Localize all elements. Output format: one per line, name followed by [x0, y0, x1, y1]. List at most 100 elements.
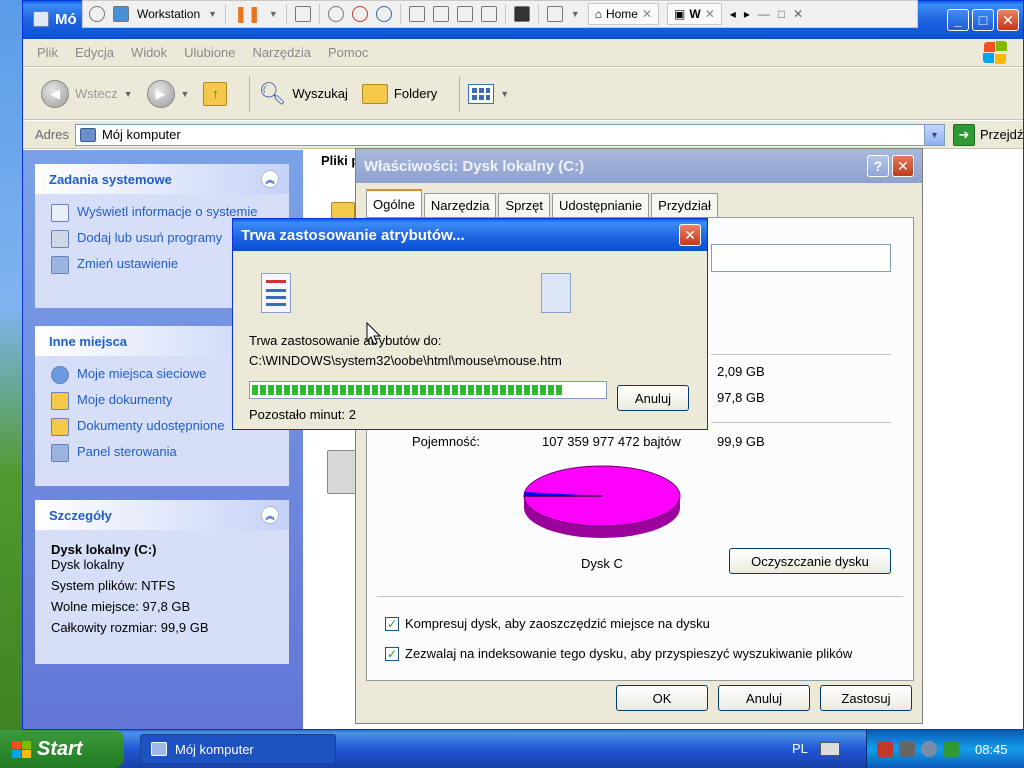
index-drive-checkbox[interactable]: ✓ Zezwalaj na indeksowanie tego dysku, a…	[385, 646, 852, 661]
progress-block	[372, 385, 378, 395]
thumbnail-toggle-icon[interactable]	[432, 6, 449, 22]
progress-label: Trwa zastosowanie atrybutów do:	[249, 333, 442, 348]
host-maximize-icon[interactable]: □	[778, 7, 785, 21]
close-button[interactable]: ✕	[997, 9, 1019, 31]
menu-edit[interactable]: Edycja	[75, 45, 114, 60]
control-panel-icon	[51, 256, 69, 274]
search-button[interactable]: 🔍︎ Wyszukaj	[258, 81, 347, 107]
tab-home[interactable]: ⌂ Home ✕	[587, 3, 660, 25]
network-status-icon[interactable]	[921, 741, 937, 757]
progress-block	[404, 385, 410, 395]
progress-block	[420, 385, 426, 395]
sidebar-toggle-icon[interactable]	[408, 6, 425, 22]
progress-block	[548, 385, 554, 395]
pause-icon[interactable]: ❚❚	[234, 4, 261, 24]
progress-block	[452, 385, 458, 395]
go-button[interactable]: ➜ Przejdź	[952, 123, 1023, 146]
revert-snapshot-icon[interactable]	[351, 6, 368, 22]
chevron-down-icon[interactable]: ▼	[269, 9, 278, 19]
language-indicator[interactable]: PL	[792, 741, 808, 756]
chevron-down-icon[interactable]: ▼	[571, 9, 580, 19]
search-icon: 🔍︎	[258, 80, 287, 106]
chevron-down-icon[interactable]: ▼	[208, 9, 217, 19]
disk-cleanup-button[interactable]: Oczyszczanie dysku	[729, 548, 891, 574]
progress-block	[476, 385, 482, 395]
address-bar: Adres Mój komputer ▼ ➜ Przejdź	[23, 121, 1023, 149]
taskbar-item-my-computer[interactable]: Mój komputer	[140, 734, 336, 764]
panel-header[interactable]: Szczegóły ︽	[35, 500, 289, 530]
dialog-title-bar[interactable]: Właściwości: Dysk lokalny (C:) ? ✕	[356, 149, 922, 183]
folder-icon	[361, 83, 388, 104]
time-remaining: Pozostało minut: 2	[249, 407, 356, 422]
full-screen-icon[interactable]	[546, 6, 563, 22]
clock: 08:45	[975, 741, 1008, 757]
fit-window-icon[interactable]	[456, 6, 473, 22]
chevron-down-icon: ▼	[180, 88, 190, 99]
progress-block	[436, 385, 442, 395]
progress-block	[332, 385, 338, 395]
place-control-panel[interactable]: Panel sterowania	[51, 444, 277, 462]
progress-block	[428, 385, 434, 395]
close-button[interactable]: ✕	[892, 155, 914, 177]
up-folder-button[interactable]: ↑	[203, 81, 228, 106]
address-dropdown-button[interactable]: ▼	[923, 124, 944, 145]
cancel-button[interactable]: Anuluj	[617, 385, 689, 411]
keyboard-icon[interactable]	[820, 742, 840, 756]
ok-button[interactable]: OK	[616, 685, 708, 711]
close-icon[interactable]: ✕	[705, 7, 715, 21]
apply-button[interactable]: Zastosuj	[820, 685, 912, 711]
panel-header[interactable]: Zadania systemowe ︽	[35, 164, 289, 194]
tab-general[interactable]: Ogólne	[366, 189, 422, 217]
console-icon[interactable]	[513, 6, 530, 22]
dialog-title-bar[interactable]: Trwa zastosowanie atrybutów... ✕	[233, 219, 707, 251]
toolbar-separator	[285, 4, 287, 24]
menu-view[interactable]: Widok	[131, 45, 167, 60]
address-input[interactable]: Mój komputer ▼	[74, 123, 945, 146]
vm-library-icon[interactable]	[113, 6, 129, 22]
menu-help[interactable]: Pomoc	[328, 45, 368, 60]
vmware-tools-icon[interactable]	[899, 741, 915, 757]
update-icon[interactable]	[943, 741, 959, 757]
close-button[interactable]: ✕	[679, 224, 701, 246]
security-shield-icon[interactable]	[877, 741, 893, 757]
start-button[interactable]: Start	[0, 730, 124, 768]
snapshot-icon[interactable]	[327, 6, 344, 22]
drive-label-input[interactable]	[711, 244, 891, 272]
tab-hardware[interactable]: Sprzęt	[498, 193, 551, 217]
drive-icon	[327, 450, 357, 494]
tab-scroll-right-icon[interactable]: ▸	[744, 7, 750, 21]
close-icon[interactable]: ✕	[642, 7, 652, 21]
compress-drive-checkbox[interactable]: ✓ Kompresuj dysk, aby zaoszczędzić miejs…	[385, 616, 710, 631]
snapshot-manager-icon[interactable]	[375, 6, 392, 22]
progress-block	[260, 385, 266, 395]
toolbar-separator	[399, 4, 401, 24]
pin-icon[interactable]	[89, 6, 105, 22]
folders-button[interactable]: Foldery	[361, 83, 437, 104]
help-button[interactable]: ?	[867, 155, 889, 177]
maximize-button[interactable]: □	[972, 9, 994, 31]
views-button[interactable]: ▼	[468, 83, 509, 104]
cancel-button[interactable]: Anuluj	[718, 685, 810, 711]
host-close-icon[interactable]: ✕	[793, 7, 803, 21]
tab-scroll-left-icon[interactable]: ◂	[730, 7, 736, 21]
network-icon	[51, 366, 69, 384]
progress-block	[492, 385, 498, 395]
menu-favorites[interactable]: Ulubione	[184, 45, 235, 60]
host-minimize-icon[interactable]: —	[758, 7, 770, 21]
vm-name-menu[interactable]: Workstation	[137, 7, 200, 21]
tab-sharing[interactable]: Udostępnianie	[552, 193, 650, 217]
collapse-chevron-icon[interactable]: ︽	[261, 506, 279, 524]
menu-file[interactable]: Plik	[37, 45, 58, 60]
tab-vm[interactable]: ▣ W ✕	[667, 3, 722, 25]
back-button[interactable]: ◀ Wstecz ▼	[41, 79, 133, 108]
menu-tools[interactable]: Narzędzia	[252, 45, 311, 60]
forward-button[interactable]: ▶ ▼	[146, 79, 190, 108]
free-space-gb: 97,8 GB	[717, 390, 765, 405]
divider	[377, 596, 903, 597]
tab-tools[interactable]: Narzędzia	[423, 193, 497, 217]
minimize-button[interactable]: _	[947, 9, 969, 31]
tab-quota[interactable]: Przydział	[651, 193, 718, 217]
send-keys-icon[interactable]	[294, 6, 311, 22]
unity-icon[interactable]	[480, 6, 497, 22]
collapse-chevron-icon[interactable]: ︽	[261, 170, 279, 188]
